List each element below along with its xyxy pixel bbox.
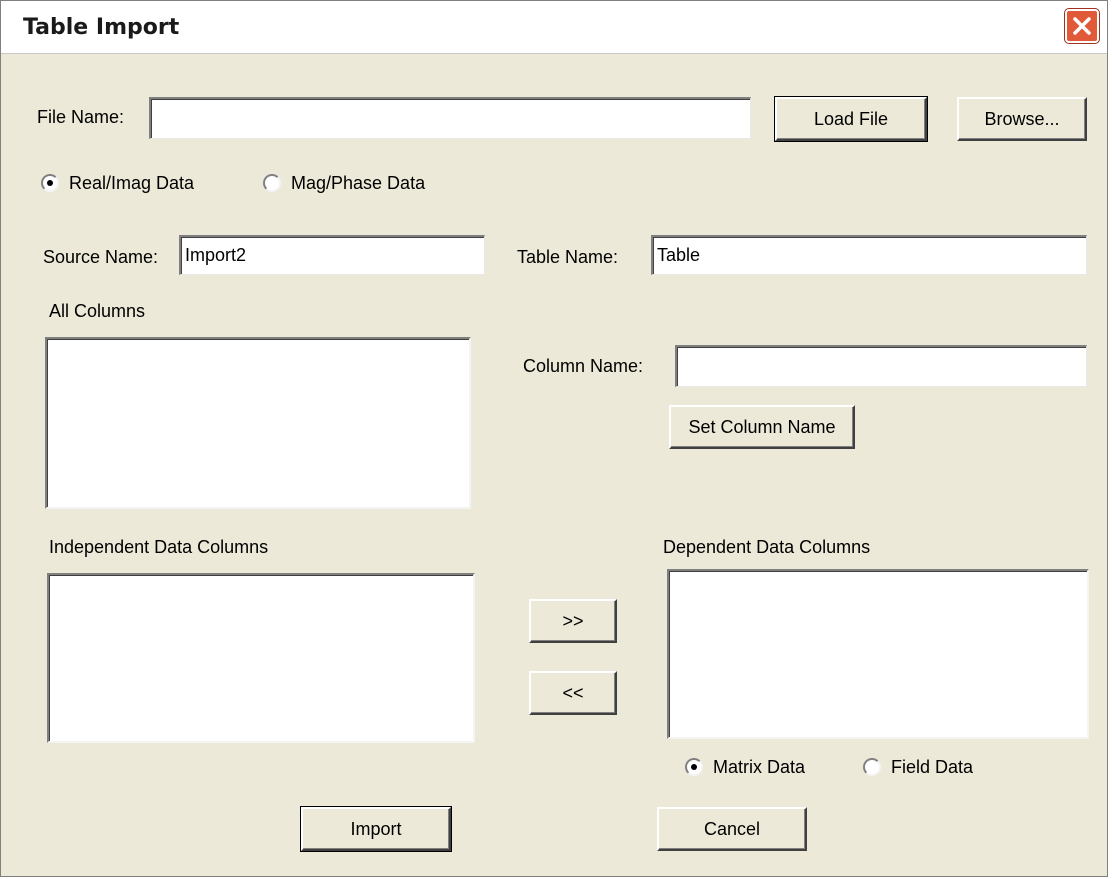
radio-indicator [685, 758, 703, 776]
file-name-label: File Name: [37, 107, 125, 127]
load-file-button[interactable]: Load File [774, 96, 928, 142]
dependent-columns-label: Dependent Data Columns [663, 537, 871, 557]
all-columns-label: All Columns [49, 301, 146, 321]
radio-label: Matrix Data [713, 756, 806, 777]
all-columns-listbox[interactable] [45, 337, 471, 509]
import-button[interactable]: Import [300, 806, 452, 852]
close-icon [1073, 17, 1091, 35]
radio-label: Real/Imag Data [69, 172, 195, 193]
title-bar[interactable]: Table Import [1, 1, 1107, 54]
cancel-button[interactable]: Cancel [657, 807, 807, 851]
radio-matrix-data[interactable]: Matrix Data [685, 755, 805, 779]
independent-columns-label: Independent Data Columns [49, 537, 269, 557]
file-name-input[interactable] [149, 97, 751, 139]
radio-indicator [263, 174, 281, 192]
table-name-label: Table Name: [517, 247, 619, 267]
column-name-label: Column Name: [523, 356, 644, 376]
move-left-button[interactable]: << [529, 671, 617, 715]
set-column-name-button[interactable]: Set Column Name [669, 405, 855, 449]
table-import-dialog: Table Import File Name: Load File Browse… [0, 0, 1108, 877]
source-name-label: Source Name: [43, 247, 159, 267]
radio-label: Field Data [891, 756, 974, 777]
dependent-columns-listbox[interactable] [667, 569, 1089, 739]
radio-mag-phase[interactable]: Mag/Phase Data [263, 171, 425, 195]
source-name-input[interactable] [179, 235, 485, 275]
window-title: Table Import [23, 15, 180, 40]
radio-real-imag[interactable]: Real/Imag Data [41, 171, 194, 195]
radio-indicator [863, 758, 881, 776]
radio-indicator [41, 174, 59, 192]
radio-label: Mag/Phase Data [291, 172, 426, 193]
table-name-input[interactable] [651, 235, 1087, 275]
move-right-button[interactable]: >> [529, 599, 617, 643]
independent-columns-listbox[interactable] [47, 573, 475, 743]
radio-field-data[interactable]: Field Data [863, 755, 973, 779]
close-button[interactable] [1065, 9, 1099, 43]
browse-button[interactable]: Browse... [957, 97, 1087, 141]
column-name-input[interactable] [675, 345, 1087, 387]
